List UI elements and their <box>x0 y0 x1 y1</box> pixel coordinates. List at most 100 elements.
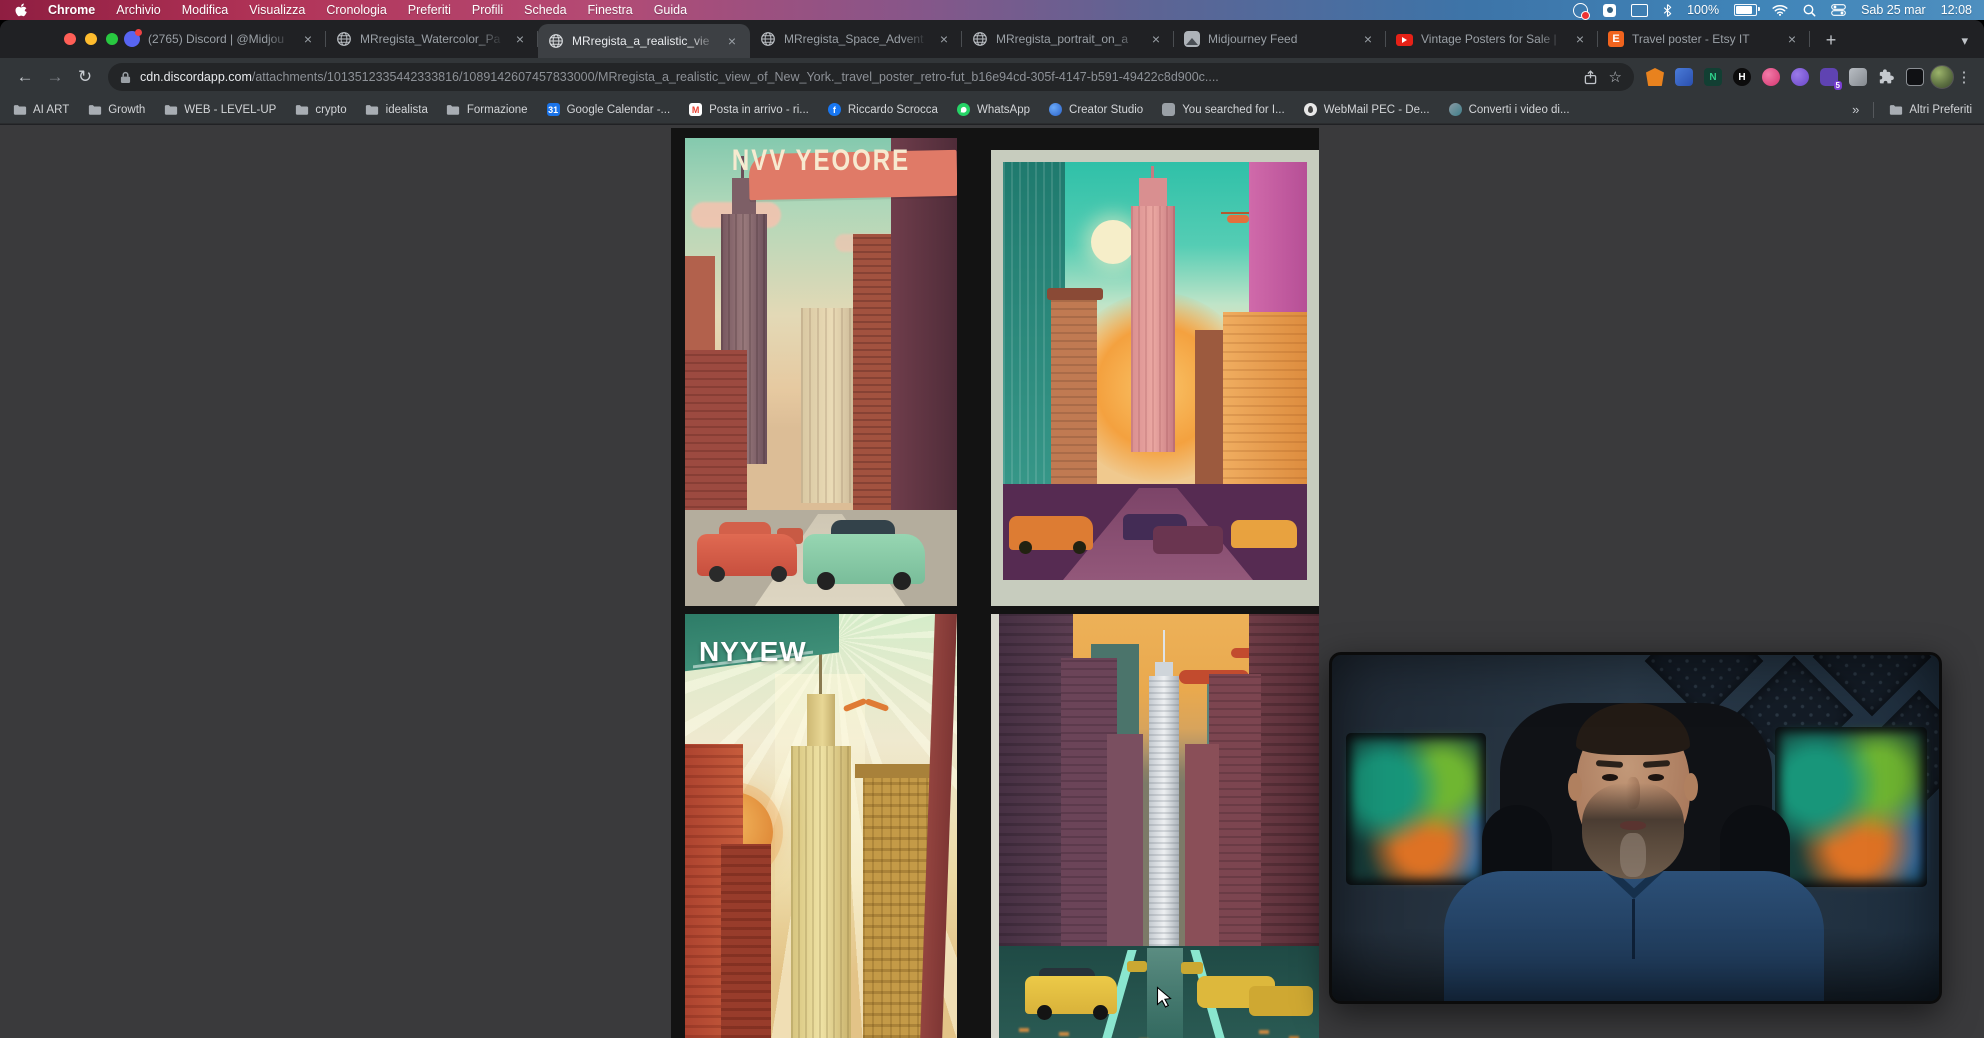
webcam-overlay[interactable] <box>1329 652 1942 1004</box>
tab-close-icon[interactable]: × <box>1148 31 1164 47</box>
battery-icon[interactable] <box>1734 4 1757 16</box>
tab-realistic-view-active[interactable]: MRregista_a_realistic_vie × <box>538 24 750 58</box>
midjourney-grid-image[interactable]: NVV YEOORE <box>671 128 1319 1038</box>
tab-close-icon[interactable]: × <box>300 31 316 47</box>
bookmarks-divider <box>1873 102 1874 118</box>
art-building <box>685 350 747 532</box>
bookmark-video-converter[interactable]: Converti i video di... <box>1448 103 1570 116</box>
gray-extension-icon[interactable] <box>1849 68 1867 86</box>
profile-avatar[interactable] <box>1930 65 1954 89</box>
menu-item-profili[interactable]: Profili <box>472 3 503 17</box>
tab-title: Travel poster - Etsy IT <box>1632 32 1776 46</box>
presenter-mouth <box>1620 821 1646 830</box>
menu-item-visualizza[interactable]: Visualizza <box>249 3 305 17</box>
bluetooth-icon[interactable] <box>1663 4 1672 17</box>
tab-search-chevron-icon[interactable]: ▾ <box>1961 33 1968 49</box>
apple-icon[interactable] <box>14 3 27 18</box>
webmail-icon <box>1303 103 1318 116</box>
menu-item-guida[interactable]: Guida <box>654 3 687 17</box>
screen-recording-icon[interactable] <box>1573 3 1588 18</box>
shield-app-icon[interactable] <box>1603 4 1616 17</box>
chrome-menu-kebab-icon[interactable]: ⋮ <box>1954 68 1974 86</box>
metamask-extension-icon[interactable] <box>1646 68 1664 86</box>
dark-extension-icon[interactable] <box>1906 68 1924 86</box>
art-building <box>1107 734 1143 960</box>
folder-icon <box>294 103 309 116</box>
tab-close-icon[interactable]: × <box>1784 31 1800 47</box>
menu-item-scheda[interactable]: Scheda <box>524 3 566 17</box>
tab-close-icon[interactable]: × <box>1360 31 1376 47</box>
menu-item-finestra[interactable]: Finestra <box>588 3 633 17</box>
url-host: cdn.discordapp.com <box>140 70 252 84</box>
bookmark-folder-web-level-up[interactable]: WEB - LEVEL-UP <box>163 103 276 116</box>
tab-close-icon[interactable]: × <box>936 31 952 47</box>
bookmark-label: Creator Studio <box>1069 104 1143 116</box>
menu-item-archivio[interactable]: Archivio <box>116 3 160 17</box>
purple-extension-icon[interactable] <box>1791 68 1809 86</box>
bookmark-label: WebMail PEC - De... <box>1324 104 1430 116</box>
reload-button[interactable]: ↻ <box>70 62 100 92</box>
left-monitor <box>1346 733 1486 885</box>
tab-midjourney-feed[interactable]: Midjourney Feed × <box>1174 20 1386 58</box>
bookmark-folder-ai-art[interactable]: AI ART <box>12 103 69 116</box>
poster-title: NVV YEOORE <box>685 138 957 190</box>
art-building <box>721 844 771 1038</box>
bookmark-label: idealista <box>386 104 428 116</box>
bookmark-folder-growth[interactable]: Growth <box>87 103 145 116</box>
green-n-extension-icon[interactable]: N <box>1704 68 1722 86</box>
back-button[interactable]: ← <box>10 62 40 92</box>
art-building <box>1185 744 1219 966</box>
tab-close-icon[interactable]: × <box>512 31 528 47</box>
bookmark-folder-idealista[interactable]: idealista <box>365 103 428 116</box>
display-icon[interactable] <box>1631 4 1648 17</box>
bookmark-google-calendar[interactable]: 31 Google Calendar -... <box>546 103 671 116</box>
control-center-icon[interactable] <box>1831 4 1846 16</box>
bookmark-folder-crypto[interactable]: crypto <box>294 103 346 116</box>
pink-key-extension-icon[interactable] <box>1762 68 1780 86</box>
omnibox[interactable]: cdn.discordapp.com /attachments/10135123… <box>108 63 1634 91</box>
blue-extension-icon[interactable] <box>1675 68 1693 86</box>
poster-title: NYYEW <box>699 636 807 668</box>
tab-space-adventure[interactable]: MRregista_Space_Advent × <box>750 20 962 58</box>
bookmark-facebook[interactable]: f Riccardo Scrocca <box>827 103 938 116</box>
bookmark-webmail-pec[interactable]: WebMail PEC - De... <box>1303 103 1430 116</box>
bookmark-you-searched[interactable]: You searched for I... <box>1161 103 1285 116</box>
purple-badge-extension-icon[interactable]: 5 <box>1820 68 1838 86</box>
tab-close-icon[interactable]: × <box>1572 31 1588 47</box>
presenter-ear <box>1684 773 1698 801</box>
tab-watercolor[interactable]: MRregista_Watercolor_Pa × <box>326 20 538 58</box>
bookmark-folder-formazione[interactable]: Formazione <box>446 103 528 116</box>
bookmark-gmail[interactable]: M Posta in arrivo - ri... <box>688 103 809 116</box>
black-h-extension-icon[interactable]: H <box>1733 68 1751 86</box>
tab-etsy[interactable]: E Travel poster - Etsy IT × <box>1598 20 1810 58</box>
tab-close-icon[interactable]: × <box>724 33 740 49</box>
menu-item-cronologia[interactable]: Cronologia <box>326 3 386 17</box>
minimize-window-button[interactable] <box>85 33 97 45</box>
folder-icon <box>87 103 102 116</box>
extension-badge: 5 <box>1834 81 1842 90</box>
bookmarks-overflow-chevrons[interactable]: » <box>1852 102 1859 117</box>
globe-favicon <box>336 31 352 47</box>
presenter-eye <box>1602 774 1618 781</box>
menubar-clock[interactable]: 12:08 <box>1941 3 1972 17</box>
bookmark-creator-studio[interactable]: Creator Studio <box>1048 103 1143 116</box>
forward-button[interactable]: → <box>40 62 70 92</box>
close-window-button[interactable] <box>64 33 76 45</box>
spotlight-icon[interactable] <box>1803 4 1816 17</box>
menu-item-modifica[interactable]: Modifica <box>182 3 229 17</box>
tab-portrait[interactable]: MRregista_portrait_on_a × <box>962 20 1174 58</box>
tab-vintage-posters[interactable]: Vintage Posters for Sale | × <box>1386 20 1598 58</box>
other-bookmarks-folder[interactable]: Altri Preferiti <box>1888 103 1972 116</box>
wifi-icon[interactable] <box>1772 4 1788 16</box>
bookmark-label: Riccardo Scrocca <box>848 104 938 116</box>
poster-bottom-right <box>991 614 1319 1038</box>
share-icon[interactable] <box>1584 70 1597 85</box>
bookmark-whatsapp[interactable]: WhatsApp <box>956 103 1030 116</box>
menu-item-chrome[interactable]: Chrome <box>48 3 95 17</box>
menubar-date[interactable]: Sab 25 mar <box>1861 3 1926 17</box>
extensions-puzzle-icon[interactable] <box>1878 69 1895 86</box>
new-tab-button[interactable]: + <box>1816 25 1846 55</box>
menu-item-preferiti[interactable]: Preferiti <box>408 3 451 17</box>
tab-discord[interactable]: (2765) Discord | @Midjou × <box>114 20 326 58</box>
bookmark-star-icon[interactable]: ☆ <box>1609 68 1622 86</box>
